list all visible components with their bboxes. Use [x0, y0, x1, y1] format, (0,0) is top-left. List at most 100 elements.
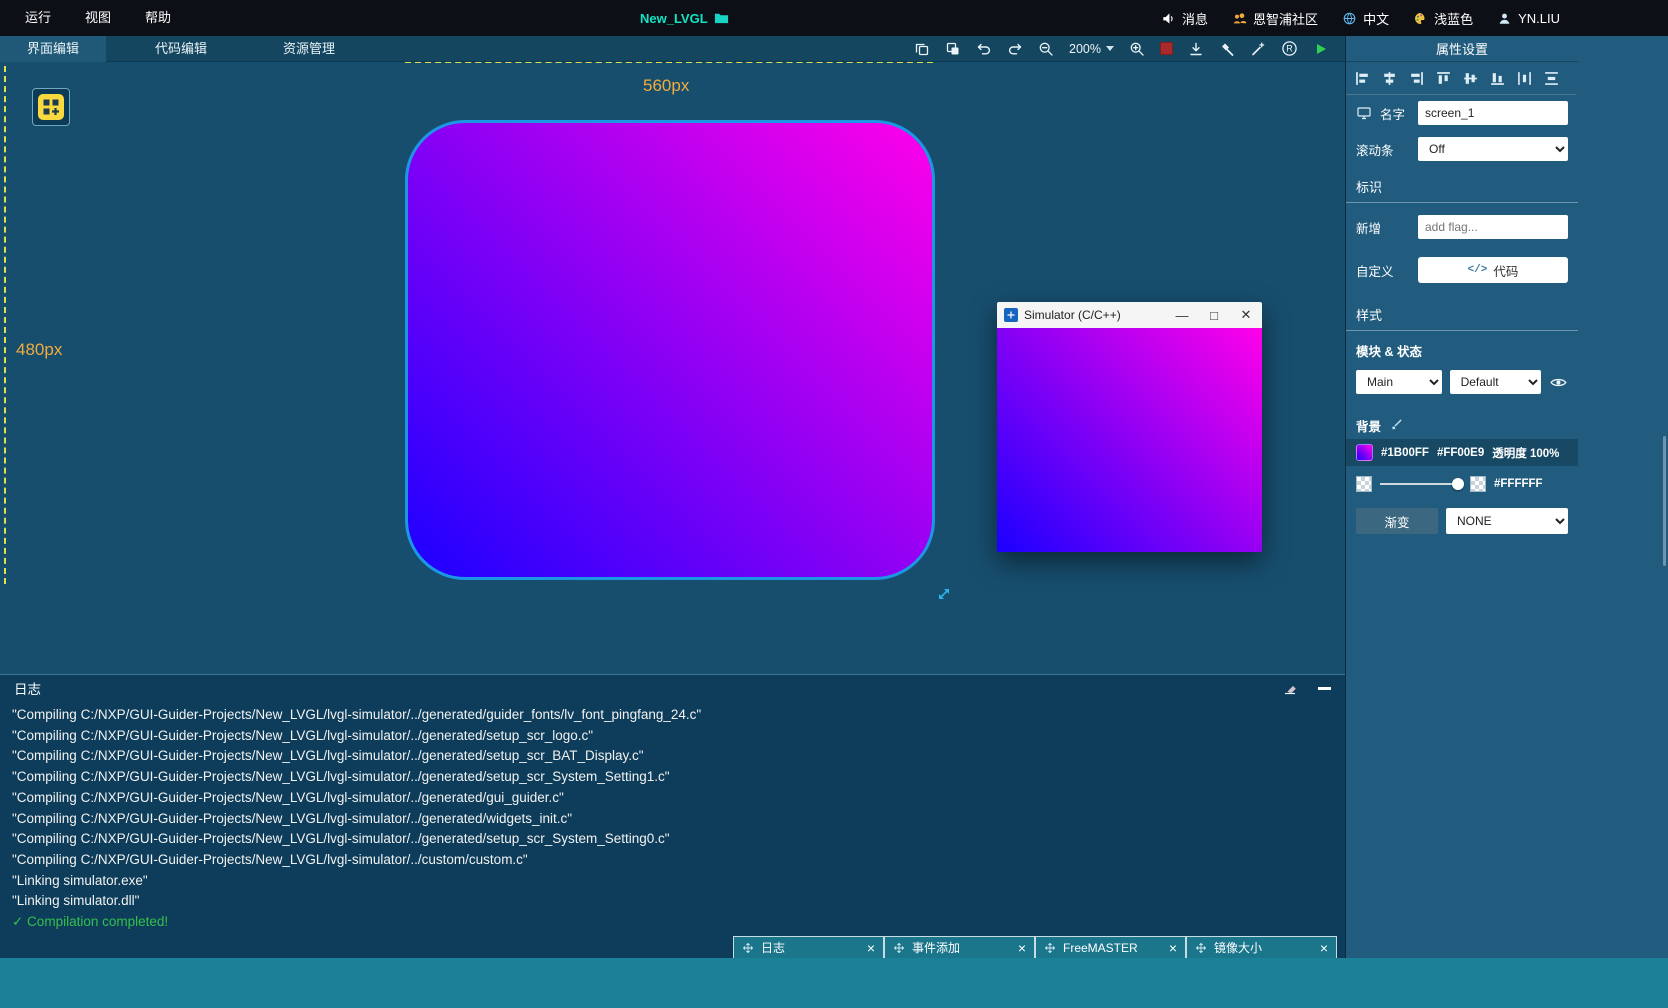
zoom-level-select[interactable]: 200%	[1069, 42, 1114, 56]
simulator-title: Simulator (C/C++)	[1024, 308, 1121, 322]
code-brackets-icon: </>	[1467, 264, 1488, 276]
simulator-titlebar[interactable]: Simulator (C/C++) — □ ✕	[997, 302, 1262, 328]
dock-tab[interactable]: 日志 ×	[733, 936, 884, 958]
zoom-in-icon[interactable]	[1129, 41, 1145, 57]
project-title: New_LVGL	[640, 0, 729, 36]
simulator-app-icon	[1004, 308, 1018, 322]
screen-widget[interactable]	[405, 120, 935, 580]
magic-wand-icon[interactable]	[1250, 41, 1266, 57]
align-center-horizontal-icon[interactable]	[1381, 70, 1398, 87]
undo-icon[interactable]	[976, 41, 992, 57]
module-state-row: Main Default	[1346, 364, 1578, 400]
gradient-direction-row: 渐变 NONE	[1346, 502, 1578, 540]
user-button[interactable]: YN.LIU	[1497, 11, 1560, 26]
clear-log-eraser-icon[interactable]	[1282, 680, 1298, 696]
distribute-vertical-icon[interactable]	[1543, 70, 1560, 87]
height-guide-line	[4, 66, 6, 584]
custom-label: 自定义	[1356, 264, 1394, 279]
minimize-icon[interactable]: —	[1166, 302, 1198, 328]
align-bottom-icon[interactable]	[1489, 70, 1506, 87]
slider-handle[interactable]	[1452, 478, 1464, 490]
move-icon[interactable]	[1044, 942, 1056, 954]
tab-resource-manager[interactable]: 资源管理	[256, 36, 362, 62]
transparent-color-icon[interactable]	[1356, 476, 1372, 492]
dock-tab[interactable]: 镜像大小 ×	[1186, 936, 1337, 958]
widget-palette-button[interactable]	[32, 88, 70, 126]
maximize-icon[interactable]: □	[1198, 302, 1230, 328]
copy-icon[interactable]	[914, 41, 930, 57]
name-input[interactable]	[1418, 101, 1568, 125]
simulator-window[interactable]: Simulator (C/C++) — □ ✕	[997, 302, 1262, 552]
width-dimension-label: 560px	[643, 76, 690, 95]
background-color-swatch[interactable]	[1356, 444, 1373, 461]
log-line: "Compiling C:/NXP/GUI-Guider-Projects/Ne…	[12, 810, 573, 826]
add-flag-label: 新增	[1356, 221, 1382, 236]
zoom-out-icon[interactable]	[1038, 41, 1054, 57]
opacity-slider[interactable]	[1380, 478, 1464, 490]
close-icon[interactable]: ×	[867, 941, 875, 955]
close-icon[interactable]: ×	[1169, 941, 1177, 955]
community-button[interactable]: 恩智浦社区	[1232, 9, 1318, 28]
play-icon[interactable]	[1313, 41, 1329, 57]
menu-item[interactable]: 帮助	[128, 0, 188, 36]
panel-scrollbar[interactable]	[1663, 436, 1666, 566]
design-canvas[interactable]: 560px 480px Simulator (C/C++) — □ ✕	[0, 62, 1345, 674]
speaker-icon	[1163, 12, 1173, 24]
menubar: 运行 视图 帮助 New_LVGL 消息 恩智浦社区 中文 浅蓝色 YN.LIU	[0, 0, 1668, 36]
export-code-icon[interactable]	[1188, 41, 1204, 57]
close-icon[interactable]: ✕	[1230, 302, 1262, 328]
custom-code-row: 自定义 </> 代码	[1346, 245, 1578, 295]
width-guide-line	[405, 62, 933, 63]
dock-tab-label: 镜像大小	[1214, 941, 1263, 955]
build-hammer-icon[interactable]	[1219, 41, 1235, 57]
move-icon[interactable]	[742, 942, 754, 954]
tab-ui-editor[interactable]: 界面编辑	[0, 35, 107, 62]
language-button[interactable]: 中文	[1342, 9, 1389, 28]
bg-color2-value: #FF00E9	[1436, 446, 1485, 459]
user-label: YN.LIU	[1518, 10, 1560, 26]
menu-item[interactable]: 运行	[8, 0, 68, 36]
gradient-direction-select[interactable]: NONE	[1446, 508, 1568, 534]
duplicate-icon[interactable]	[945, 41, 961, 57]
property-panel: 属性设置 名字 滚动条	[1345, 36, 1668, 958]
scrollbar-label: 滚动条	[1356, 143, 1394, 158]
module-select[interactable]: Main	[1356, 370, 1442, 394]
run-r-circle-icon[interactable]: R	[1281, 40, 1298, 57]
background-color-row: #1B00FF #FF00E9 透明度 100%	[1346, 439, 1578, 466]
toolbar-actions: 200% R	[914, 40, 1345, 57]
code-button[interactable]: </> 代码	[1418, 257, 1568, 283]
close-icon[interactable]: ×	[1018, 941, 1026, 955]
dock-tab[interactable]: FreeMASTER ×	[1035, 936, 1186, 958]
messages-button[interactable]: 消息	[1161, 9, 1208, 28]
stop-icon[interactable]	[1160, 42, 1173, 55]
scrollbar-select[interactable]: Off	[1418, 137, 1568, 161]
move-icon[interactable]	[893, 942, 905, 954]
align-right-icon[interactable]	[1408, 70, 1425, 87]
align-left-icon[interactable]	[1354, 70, 1371, 87]
minimize-log-icon[interactable]	[1318, 686, 1331, 690]
theme-button[interactable]: 浅蓝色	[1413, 9, 1473, 28]
alignment-toolbar	[1346, 62, 1576, 95]
add-flag-input[interactable]	[1418, 215, 1568, 239]
editor-column: 界面编辑 代码编辑 资源管理 200% R 560px 480px Simula…	[0, 35, 1345, 958]
log-line: "Compiling C:/NXP/GUI-Guider-Projects/Ne…	[12, 727, 594, 743]
property-panel-title: 属性设置	[1346, 36, 1578, 62]
dock-tab[interactable]: 事件添加 ×	[884, 936, 1035, 958]
log-line: "Compiling C:/NXP/GUI-Guider-Projects/Ne…	[12, 748, 644, 764]
move-icon[interactable]	[1195, 942, 1207, 954]
project-title-label: New_LVGL	[640, 10, 708, 26]
flags-section-title: 标识	[1346, 167, 1578, 203]
simulator-screen[interactable]	[997, 328, 1262, 552]
state-select[interactable]: Default	[1449, 370, 1542, 394]
tab-code-editor[interactable]: 代码编辑	[128, 36, 234, 62]
align-middle-icon[interactable]	[1462, 70, 1479, 87]
close-icon[interactable]: ×	[1320, 941, 1328, 955]
log-line: "Compiling C:/NXP/GUI-Guider-Projects/Ne…	[12, 769, 670, 785]
redo-icon[interactable]	[1007, 41, 1023, 57]
visibility-eye-icon[interactable]	[1549, 373, 1568, 392]
menu-item[interactable]: 视图	[68, 0, 128, 36]
gradient-color-swatch[interactable]	[1470, 476, 1486, 492]
distribute-horizontal-icon[interactable]	[1516, 70, 1533, 87]
resize-handle-icon[interactable]	[936, 586, 952, 602]
align-top-icon[interactable]	[1435, 70, 1452, 87]
